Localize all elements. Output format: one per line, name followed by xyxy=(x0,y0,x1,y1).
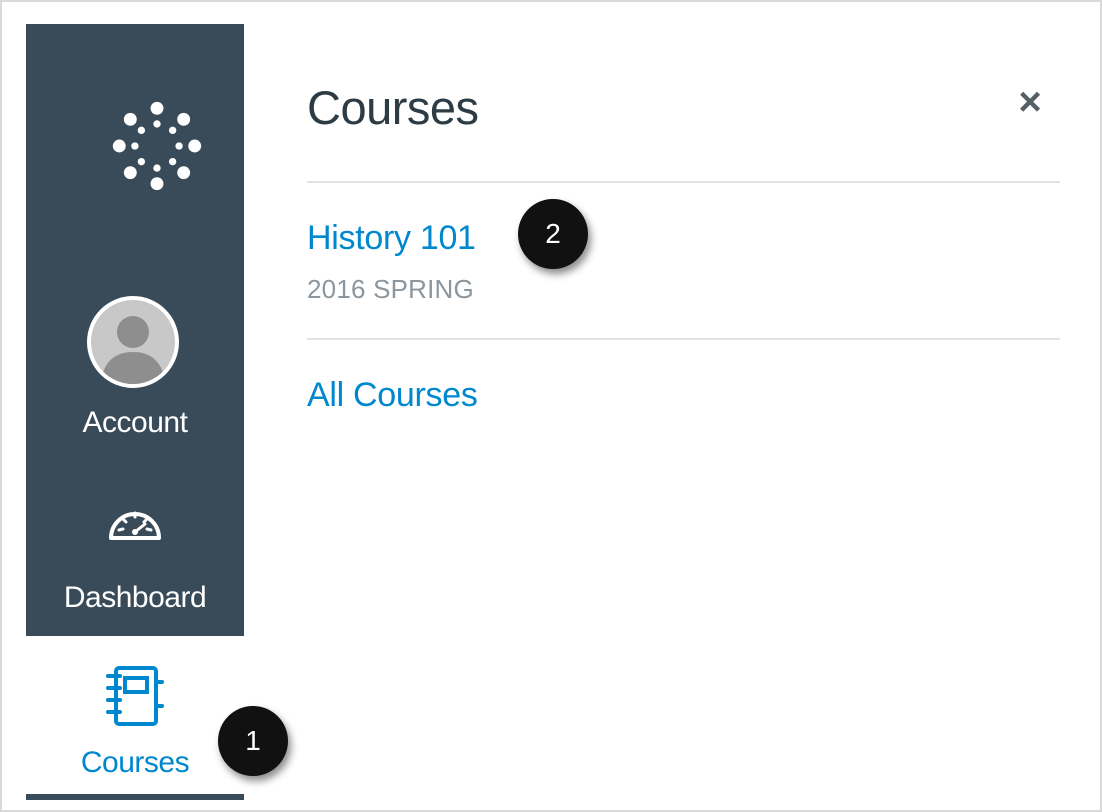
course-link-history-101[interactable]: History 101 xyxy=(307,219,476,258)
close-icon[interactable]: × xyxy=(1010,82,1050,122)
tray-title: Courses xyxy=(307,81,479,134)
nav-item-account[interactable]: Account xyxy=(26,296,244,446)
nav-label-dashboard: Dashboard xyxy=(63,581,207,614)
nav-item-courses[interactable]: Courses xyxy=(26,636,244,794)
divider xyxy=(307,338,1060,340)
course-term: 2016 SPRING xyxy=(307,274,474,304)
all-courses-link[interactable]: All Courses xyxy=(307,376,478,415)
step-callout-2: 2 xyxy=(518,199,588,269)
courses-screen: Account Dashboard Courses Courses × Hist… xyxy=(0,0,1102,812)
nav-item-dashboard[interactable]: Dashboard xyxy=(26,494,244,624)
global-navigation: Account Dashboard Courses xyxy=(26,24,244,800)
courses-notebook-icon xyxy=(106,666,164,726)
avatar xyxy=(87,296,179,388)
person-icon xyxy=(101,316,165,384)
canvas-logo-icon[interactable] xyxy=(111,100,203,192)
dashboard-gauge-icon xyxy=(109,511,161,540)
nav-label-account: Account xyxy=(82,406,188,439)
step-callout-1: 1 xyxy=(218,706,288,776)
nav-label-courses: Courses xyxy=(80,746,190,779)
divider xyxy=(307,181,1060,183)
